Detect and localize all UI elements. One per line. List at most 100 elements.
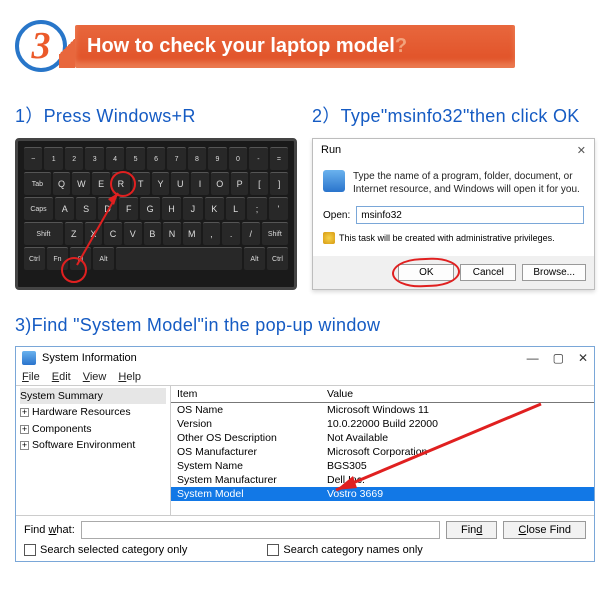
banner-question-mark: ? bbox=[395, 35, 407, 57]
menu-edit[interactable]: Edit bbox=[52, 371, 71, 383]
run-dialog: Run ✕ Type the name of a program, folder… bbox=[312, 138, 595, 290]
tree-item-software[interactable]: +Software Environment bbox=[20, 437, 166, 453]
key: F bbox=[119, 197, 138, 220]
category-tree: System Summary +Hardware Resources +Comp… bbox=[16, 386, 171, 515]
tree-item-hardware[interactable]: +Hardware Resources bbox=[20, 404, 166, 420]
ok-highlight: OK bbox=[398, 264, 454, 281]
key: 6 bbox=[147, 147, 165, 170]
maximize-icon[interactable]: ▢ bbox=[553, 351, 564, 365]
key: - bbox=[249, 147, 267, 170]
banner-text: How to check your laptop model bbox=[87, 35, 395, 57]
tree-item-components[interactable]: +Components bbox=[20, 421, 166, 437]
key-tab: Tab bbox=[24, 172, 51, 195]
privilege-text: This task will be created with administr… bbox=[339, 233, 555, 243]
table-row[interactable]: Other OS DescriptionNot Available bbox=[171, 431, 594, 445]
close-find-button[interactable]: Close Find bbox=[503, 521, 586, 539]
step2-title: 2）Type"msinfo32"then click OK bbox=[312, 102, 595, 128]
key: = bbox=[270, 147, 288, 170]
expand-icon[interactable]: + bbox=[20, 425, 29, 434]
close-icon[interactable]: ✕ bbox=[577, 144, 586, 157]
key: 1 bbox=[44, 147, 62, 170]
close-icon[interactable]: ✕ bbox=[578, 351, 588, 365]
keyboard-image: ~ 1 2 3 4 5 6 7 8 9 0 - = Tab Q W E R T bbox=[15, 138, 297, 290]
key: Q bbox=[53, 172, 71, 195]
ok-button[interactable]: OK bbox=[398, 264, 454, 281]
expand-icon[interactable]: + bbox=[20, 441, 29, 450]
key: ; bbox=[247, 197, 266, 220]
key-space bbox=[116, 247, 242, 270]
find-input[interactable] bbox=[81, 521, 440, 539]
find-panel: Find what: Find Close Find Search select… bbox=[16, 515, 594, 561]
banner: How to check your laptop model? bbox=[75, 25, 515, 68]
key: . bbox=[222, 222, 240, 245]
column-header-item: Item bbox=[171, 386, 321, 402]
key: 4 bbox=[106, 147, 124, 170]
checkbox-icon bbox=[267, 544, 279, 556]
key: 0 bbox=[229, 147, 247, 170]
key: S bbox=[76, 197, 95, 220]
tree-item-system-summary[interactable]: System Summary bbox=[20, 388, 166, 404]
key-caps: Caps bbox=[24, 197, 53, 220]
key: B bbox=[144, 222, 162, 245]
key-shift: Shift bbox=[24, 222, 63, 245]
open-input[interactable] bbox=[356, 206, 584, 224]
key-ctrl: Ctrl bbox=[24, 247, 45, 270]
key: X bbox=[85, 222, 103, 245]
table-row[interactable]: Version10.0.22000 Build 22000 bbox=[171, 417, 594, 431]
key-r: R bbox=[112, 172, 130, 195]
key: E bbox=[92, 172, 110, 195]
shield-icon bbox=[323, 232, 335, 244]
cancel-button[interactable]: Cancel bbox=[460, 264, 516, 281]
step1-title: 1）Press Windows+R bbox=[15, 102, 297, 128]
key: M bbox=[183, 222, 201, 245]
find-button[interactable]: Find bbox=[446, 521, 497, 539]
window-title: System Information bbox=[42, 352, 137, 364]
key: W bbox=[72, 172, 90, 195]
key: , bbox=[203, 222, 221, 245]
key-ctrl: Ctrl bbox=[267, 247, 288, 270]
column-header-value: Value bbox=[321, 386, 594, 402]
system-info-window: System Information — ▢ ✕ File Edit View … bbox=[15, 346, 595, 562]
table-row-system-model[interactable]: System ModelVostro 3669 bbox=[171, 487, 594, 501]
key-alt: Alt bbox=[93, 247, 114, 270]
table-row[interactable]: OS NameMicrosoft Windows 11 bbox=[171, 403, 594, 417]
browse-button[interactable]: Browse... bbox=[522, 264, 586, 281]
key: C bbox=[104, 222, 122, 245]
key: D bbox=[98, 197, 117, 220]
key: U bbox=[171, 172, 189, 195]
sysinfo-icon bbox=[22, 351, 36, 365]
menu-bar: File Edit View Help bbox=[16, 369, 594, 385]
search-selected-checkbox[interactable]: Search selected category only bbox=[24, 544, 187, 556]
search-names-checkbox[interactable]: Search category names only bbox=[267, 544, 422, 556]
menu-view[interactable]: View bbox=[83, 371, 107, 383]
table-row[interactable]: OS ManufacturerMicrosoft Corporation bbox=[171, 445, 594, 459]
key: J bbox=[183, 197, 202, 220]
expand-icon[interactable]: + bbox=[20, 408, 29, 417]
minimize-icon[interactable]: — bbox=[527, 351, 539, 365]
key: 9 bbox=[208, 147, 226, 170]
key: K bbox=[205, 197, 224, 220]
key: 2 bbox=[65, 147, 83, 170]
key: ] bbox=[270, 172, 288, 195]
key: H bbox=[162, 197, 181, 220]
key-alt: Alt bbox=[244, 247, 265, 270]
key: Y bbox=[152, 172, 170, 195]
open-label: Open: bbox=[323, 210, 350, 221]
key: I bbox=[191, 172, 209, 195]
menu-help[interactable]: Help bbox=[118, 371, 141, 383]
key: 5 bbox=[126, 147, 144, 170]
key: 8 bbox=[188, 147, 206, 170]
key: L bbox=[226, 197, 245, 220]
menu-file[interactable]: File bbox=[22, 371, 40, 383]
key: O bbox=[211, 172, 229, 195]
table-row[interactable]: System ManufacturerDell Inc. bbox=[171, 473, 594, 487]
key-windows: ⊞ bbox=[70, 247, 91, 270]
checkbox-icon bbox=[24, 544, 36, 556]
key: Z bbox=[65, 222, 83, 245]
table-row[interactable]: System NameBGS305 bbox=[171, 459, 594, 473]
key: ' bbox=[269, 197, 288, 220]
key: G bbox=[140, 197, 159, 220]
run-title: Run bbox=[321, 144, 341, 157]
key: 3 bbox=[85, 147, 103, 170]
key: N bbox=[163, 222, 181, 245]
